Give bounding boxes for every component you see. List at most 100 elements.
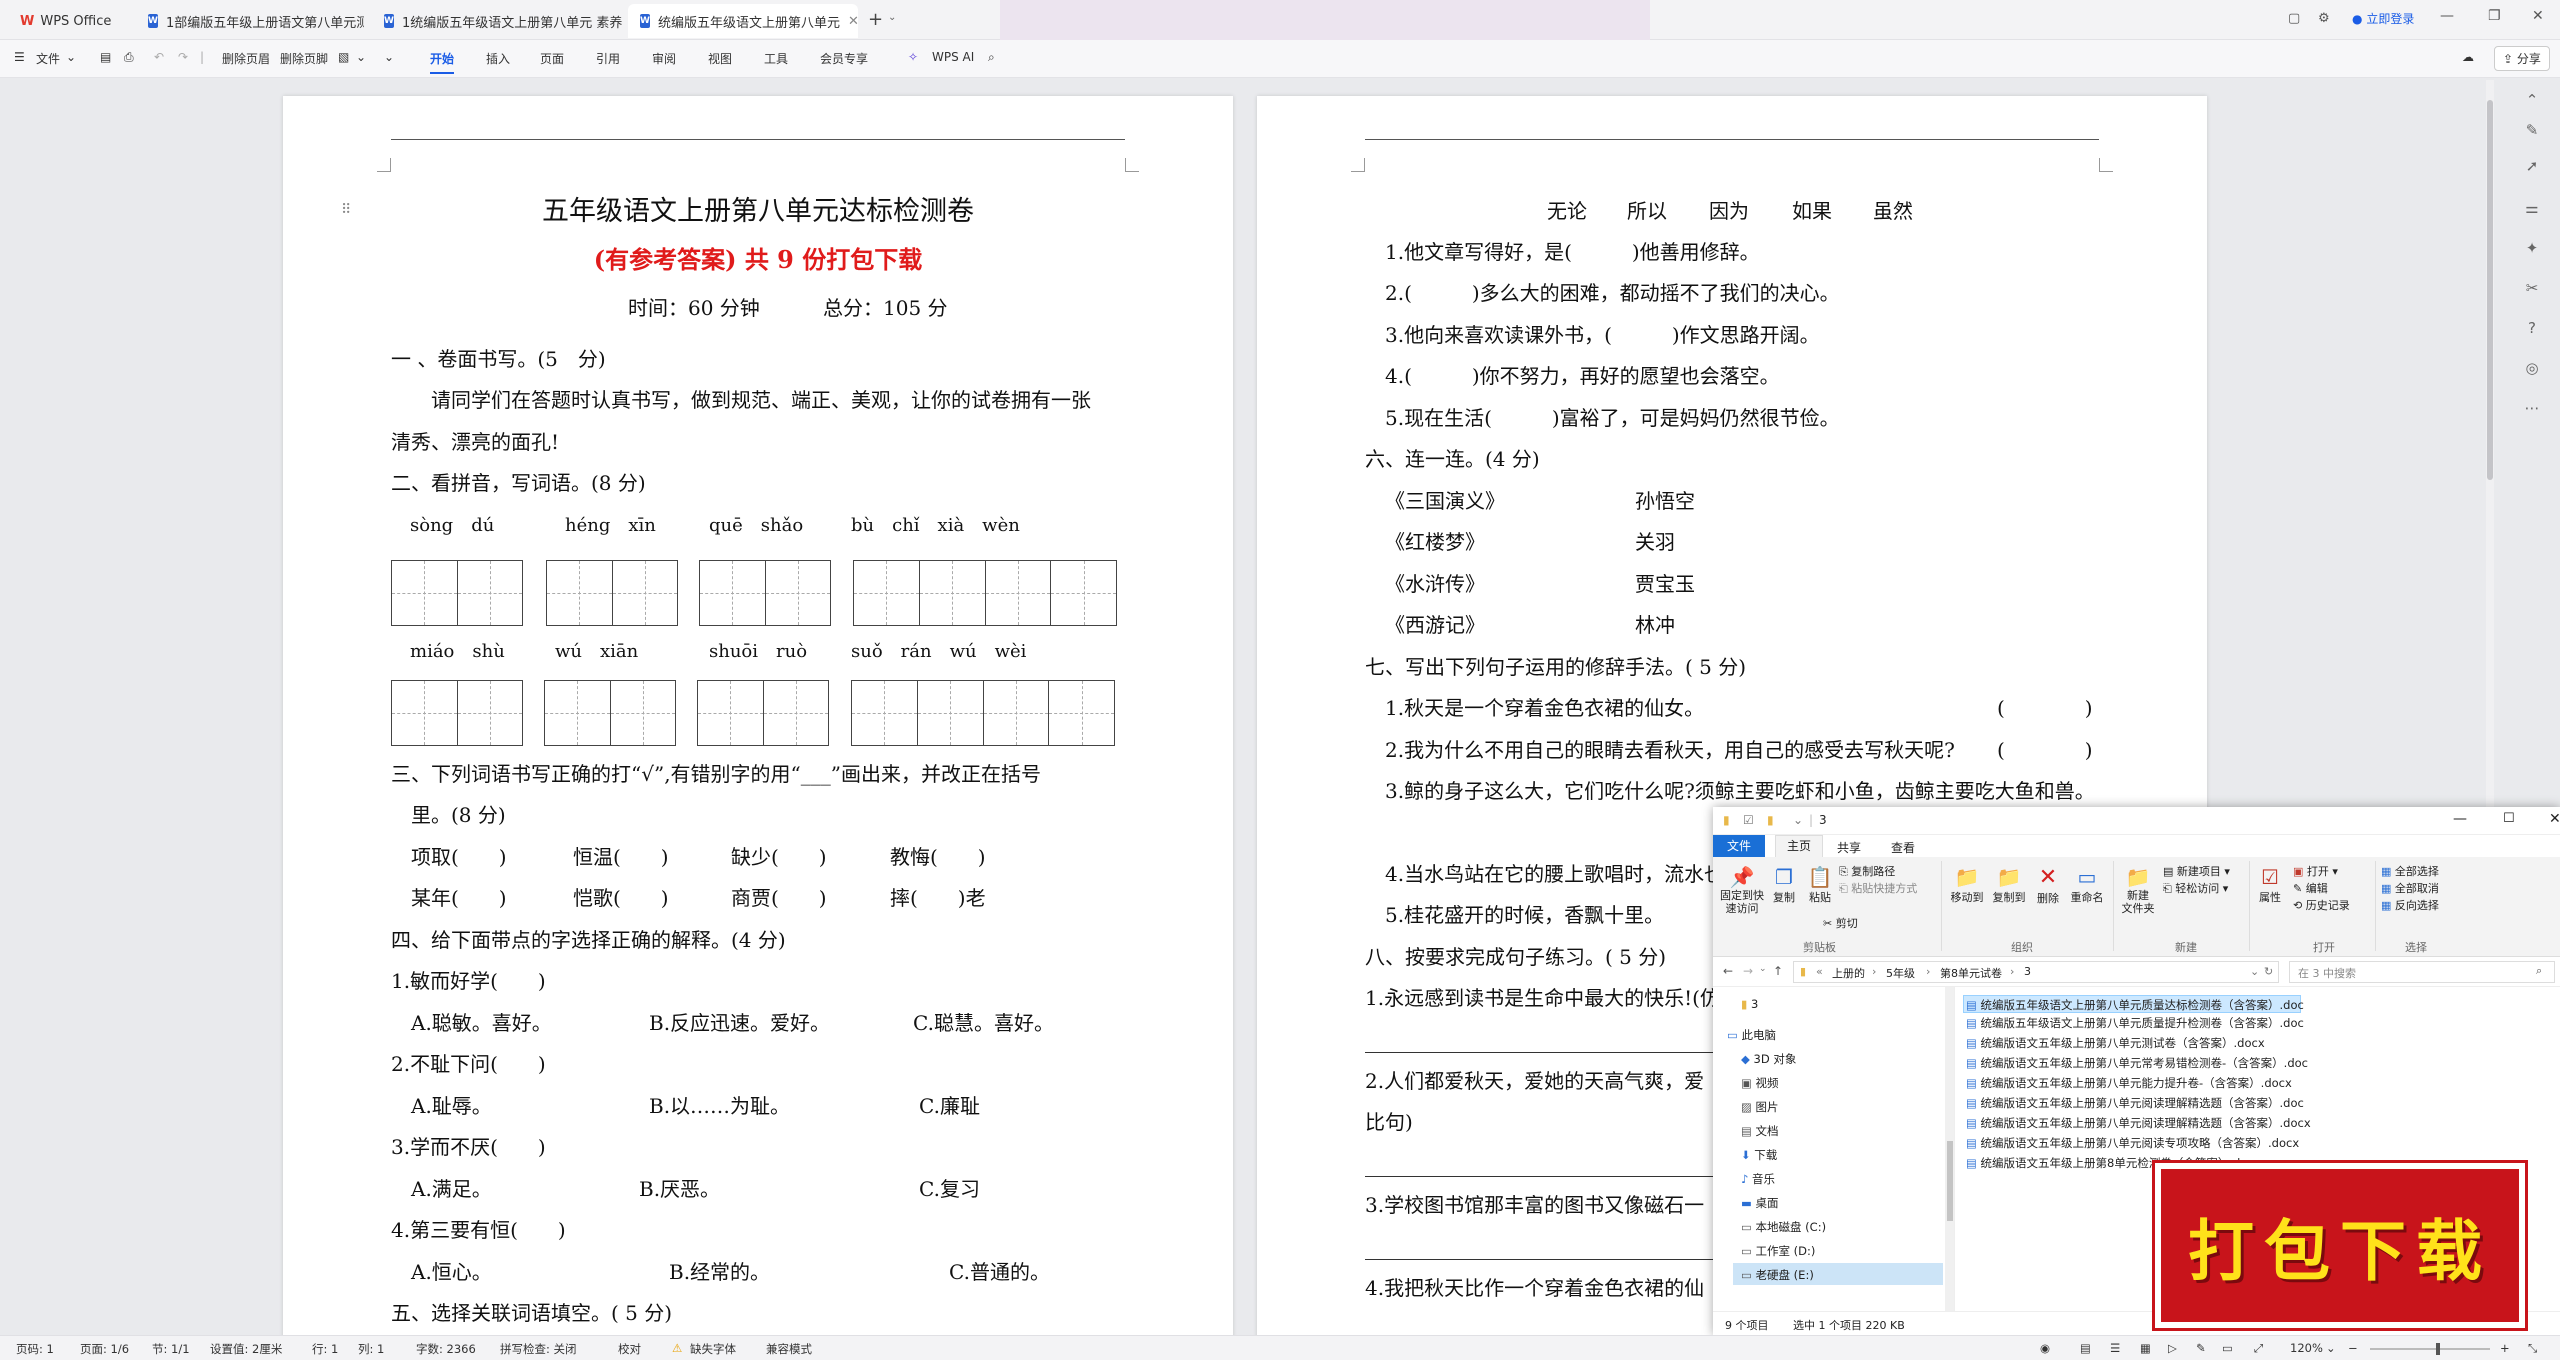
fullscreen-icon[interactable]: ⤡ bbox=[2528, 1341, 2537, 1356]
breadcrumb-item[interactable]: 上册的 bbox=[1832, 965, 1865, 981]
new-folder-icon[interactable]: ▮ bbox=[1767, 813, 1774, 827]
fit-icon[interactable]: ⤢ bbox=[2254, 1341, 2263, 1356]
menu-reference[interactable]: 引用 bbox=[596, 50, 620, 67]
chevron-down-icon[interactable]: ⌄ bbox=[888, 12, 896, 23]
document-page-1[interactable]: ⠿ 五年级语文上册第八单元达标检测卷 (有参考答案) 共 9 份打包下载 时间：… bbox=[283, 96, 1233, 1341]
status-missing-font[interactable]: 缺失字体 bbox=[690, 1341, 736, 1357]
ribbon-tab-home[interactable]: 主页 bbox=[1775, 835, 1823, 857]
maximize-button[interactable]: ☐ bbox=[2503, 811, 2515, 826]
new-folder-button[interactable]: 📁 新建 文件夹 bbox=[2117, 865, 2159, 915]
menu-page[interactable]: 页面 bbox=[540, 50, 564, 67]
redo-icon[interactable]: ↷ bbox=[178, 50, 188, 64]
status-spell[interactable]: 拼写检查: 关闭 bbox=[500, 1341, 577, 1357]
nav-item-downloads[interactable]: ⬇ 下载 bbox=[1741, 1147, 1777, 1163]
nav-scrollbar-thumb[interactable] bbox=[1947, 1141, 1953, 1221]
chevron-down-icon[interactable]: ⌄ bbox=[2250, 965, 2259, 978]
page-view-icon[interactable]: ▤ bbox=[2080, 1341, 2091, 1355]
tab-doc-3-active[interactable]: W 统编版五年级语文上册第八单元 ✕ bbox=[628, 4, 858, 38]
help-icon[interactable]: ? bbox=[2522, 318, 2542, 338]
save-icon[interactable]: ▤ bbox=[100, 50, 111, 64]
rename-button[interactable]: ▭ 重命名 bbox=[2067, 865, 2107, 905]
chevron-down-icon[interactable]: ⌄ bbox=[356, 50, 366, 64]
nav-item-pictures[interactable]: ▨ 图片 bbox=[1741, 1099, 1779, 1115]
close-tab-icon[interactable]: ✕ bbox=[840, 14, 858, 29]
chevron-down-icon[interactable]: ⌄ bbox=[66, 50, 76, 64]
move-to-button[interactable]: 📁 移动到 bbox=[1947, 865, 1987, 905]
file-item-selected[interactable]: ▤ 统编版五年级语文上册第八单元质量达标检测卷（含答案）.doc bbox=[1963, 995, 2304, 1013]
new-tab-button[interactable]: + bbox=[868, 9, 883, 30]
nav-item-music[interactable]: ♪ 音乐 bbox=[1741, 1171, 1775, 1187]
close-window-button[interactable]: ✕ bbox=[2532, 8, 2544, 24]
pen-icon[interactable]: ✎ bbox=[2196, 1341, 2206, 1355]
qat-chevron-icon[interactable]: ⌄ bbox=[1793, 813, 1803, 827]
nav-item-documents[interactable]: ▤ 文档 bbox=[1741, 1123, 1779, 1139]
menu-insert[interactable]: 插入 bbox=[486, 50, 510, 67]
nav-scrollbar[interactable] bbox=[1945, 987, 1954, 1311]
wps-ai-button[interactable]: WPS AI bbox=[932, 50, 974, 64]
copy-button[interactable]: ❐ 复制 bbox=[1769, 865, 1799, 905]
file-item[interactable]: ▤ 统编版语文五年级上册第八单元测试卷（含答案）.docx bbox=[1966, 1035, 2265, 1051]
more-icon[interactable]: ⌄ bbox=[384, 50, 394, 64]
breadcrumb-item[interactable]: 5年级 bbox=[1886, 965, 1915, 981]
zoom-slider-handle[interactable] bbox=[2436, 1343, 2440, 1355]
open-button[interactable]: ▣ 打开 ▾ bbox=[2293, 863, 2338, 879]
collapse-icon[interactable]: ⌃ bbox=[2522, 90, 2542, 110]
outline-view-icon[interactable]: ☰ bbox=[2110, 1341, 2120, 1355]
search-box[interactable]: 在 3 中搜索 ⌕ bbox=[2289, 961, 2555, 983]
more-icon[interactable]: ⋯ bbox=[2522, 398, 2542, 418]
menu-start[interactable]: 开始 bbox=[430, 50, 455, 74]
nav-item-3d[interactable]: ◆ 3D 对象 bbox=[1741, 1051, 1796, 1067]
nav-item-this-pc[interactable]: ▭ 此电脑 bbox=[1727, 1027, 1776, 1043]
breadcrumb-item[interactable]: 3 bbox=[2024, 965, 2031, 978]
delete-button[interactable]: ✕ 删除 bbox=[2031, 865, 2065, 906]
breadcrumb-item[interactable]: 第8单元试卷 bbox=[1940, 965, 2002, 981]
layout-icon[interactable]: ▭ bbox=[2222, 1341, 2233, 1355]
login-button[interactable]: ● 立即登录 bbox=[2352, 10, 2414, 27]
status-page[interactable]: 页码: 1 bbox=[16, 1341, 54, 1357]
pin-button[interactable]: 📌 固定到快 速访问 bbox=[1719, 865, 1765, 915]
zoom-slider[interactable] bbox=[2370, 1343, 2490, 1355]
nav-item-videos[interactable]: ▣ 视频 bbox=[1741, 1075, 1779, 1091]
file-item[interactable]: ▤ 统编版语文五年级上册第八单元能力提升卷-（含答案）.docx bbox=[1966, 1075, 2292, 1091]
eye-icon[interactable]: ◉ bbox=[2040, 1341, 2050, 1355]
nav-item-folder-3[interactable]: ▮ 3 bbox=[1741, 997, 1758, 1011]
status-col[interactable]: 列: 1 bbox=[358, 1341, 384, 1357]
status-compat[interactable]: 兼容模式 bbox=[766, 1341, 812, 1357]
cut-button[interactable]: ✂ 剪切 bbox=[1823, 915, 1858, 931]
menu-review[interactable]: 审阅 bbox=[652, 50, 676, 67]
adjust-icon[interactable]: ⚌ bbox=[2522, 198, 2542, 218]
recent-icon[interactable]: ⌄ bbox=[1759, 964, 1767, 974]
nav-item-drive-c[interactable]: ▭ 本地磁盘 (C:) bbox=[1741, 1219, 1826, 1235]
properties-icon[interactable]: ☑ bbox=[1743, 813, 1754, 827]
status-row[interactable]: 行: 1 bbox=[312, 1341, 338, 1357]
invert-selection-button[interactable]: ▦ 反向选择 bbox=[2381, 897, 2439, 913]
file-item[interactable]: ▤ 统编版语文五年级上册第八单元阅读专项攻略（含答案）.docx bbox=[1966, 1135, 2299, 1151]
paste-shortcut-button[interactable]: ⎗ 粘贴快捷方式 bbox=[1839, 880, 1917, 896]
select-none-button[interactable]: ▦ 全部取消 bbox=[2381, 880, 2439, 896]
page-setup-icon[interactable]: ▧ bbox=[338, 50, 349, 64]
hamburger-icon[interactable]: ☰ bbox=[14, 50, 25, 64]
ribbon-tab-share[interactable]: 共享 bbox=[1837, 839, 1861, 856]
search-icon[interactable]: ⌕ bbox=[988, 50, 995, 65]
print-icon[interactable]: ⎙ bbox=[124, 50, 134, 65]
minimize-button[interactable]: — bbox=[2440, 8, 2454, 24]
tools-icon[interactable]: ✂ bbox=[2522, 278, 2542, 298]
menu-view[interactable]: 视图 bbox=[708, 50, 732, 67]
menu-member[interactable]: 会员专享 bbox=[820, 50, 868, 67]
info-icon[interactable]: ◎ bbox=[2522, 358, 2542, 378]
play-icon[interactable]: ▷ bbox=[2168, 1341, 2177, 1355]
window-tile-icon[interactable]: ▢ bbox=[2288, 11, 2300, 26]
download-banner[interactable]: 打包下载 bbox=[2152, 1160, 2528, 1331]
zoom-out-icon[interactable]: − bbox=[2348, 1341, 2358, 1355]
file-item[interactable]: ▤ 统编版五年级语文上册第八单元质量提升检测卷（含答案）.doc bbox=[1966, 1015, 2304, 1031]
file-item[interactable]: ▤ 统编版语文五年级上册第八单元常考易错检测卷-（含答案）.doc bbox=[1966, 1055, 2308, 1071]
cloud-icon[interactable]: ☁ bbox=[2462, 50, 2474, 64]
web-view-icon[interactable]: ▦ bbox=[2140, 1341, 2151, 1355]
easy-access-button[interactable]: ⎗ 轻松访问 ▾ bbox=[2163, 880, 2228, 896]
nav-item-desktop[interactable]: ▬ 桌面 bbox=[1741, 1195, 1779, 1211]
forward-icon[interactable]: → bbox=[1743, 964, 1753, 978]
refresh-icon[interactable]: ↻ bbox=[2264, 965, 2273, 978]
ribbon-tab-file[interactable]: 文件 bbox=[1713, 835, 1765, 857]
file-item[interactable]: ▤ 统编版语文五年级上册第八单元阅读理解精选题（含答案）.doc bbox=[1966, 1095, 2304, 1111]
ai-icon[interactable]: ✦ bbox=[2522, 238, 2542, 258]
